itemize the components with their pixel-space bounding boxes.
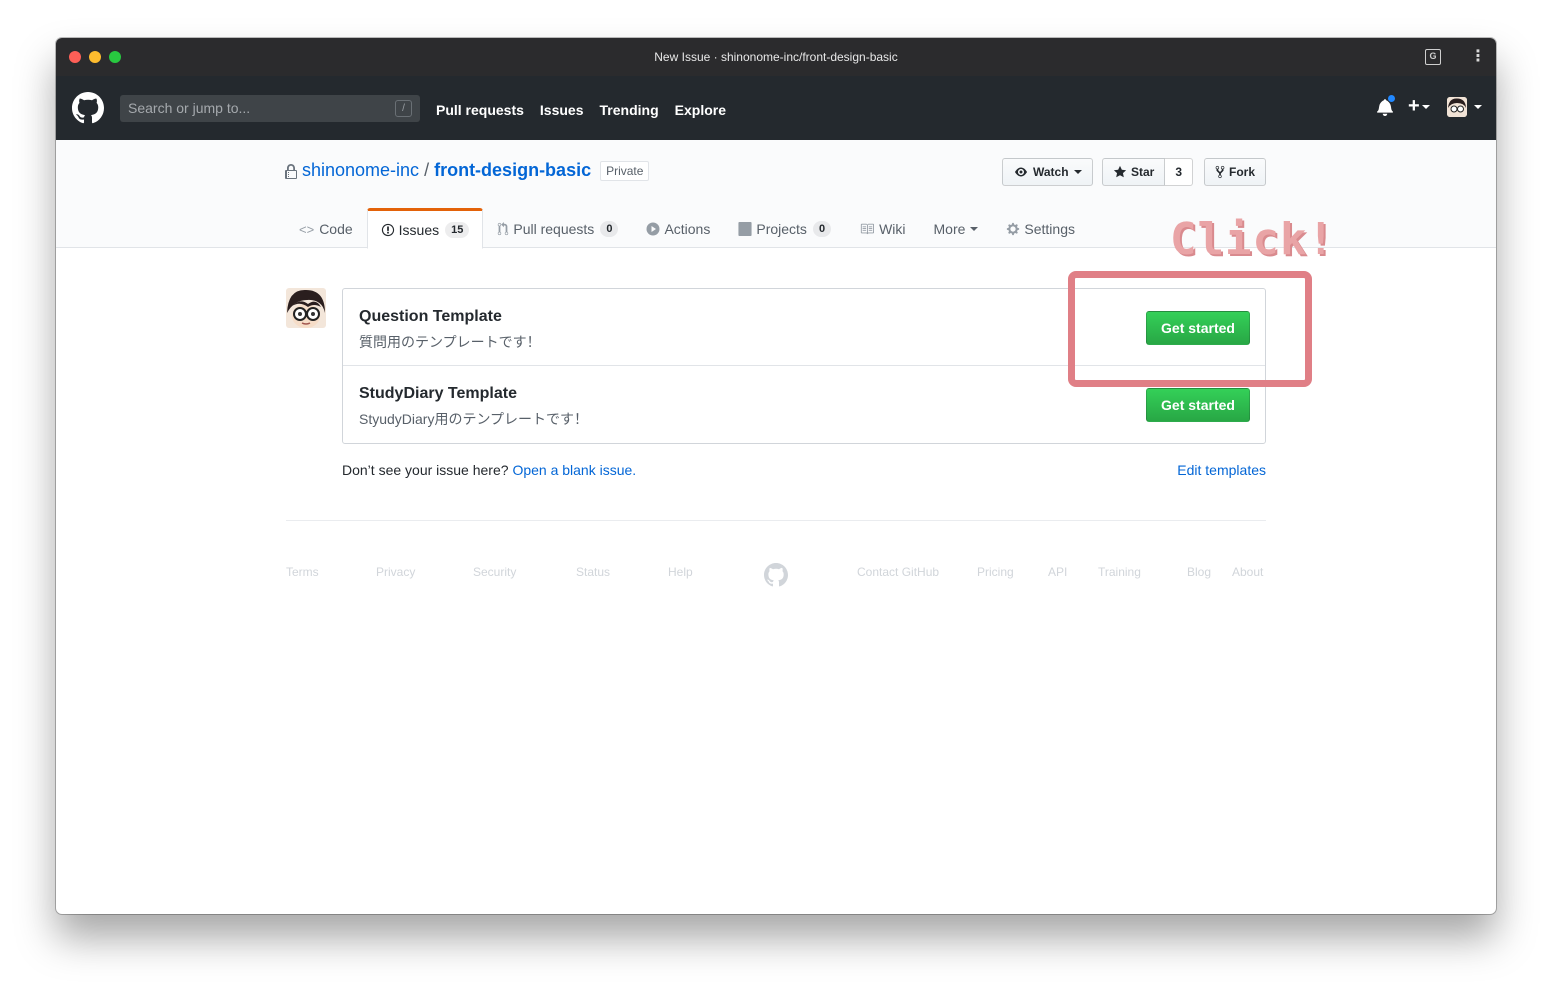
tab-pull-requests[interactable]: Pull requests 0 xyxy=(483,208,632,248)
tab-wiki[interactable]: Wiki xyxy=(845,208,919,248)
tab-actions[interactable]: Actions xyxy=(632,208,724,248)
star-label: Star xyxy=(1131,165,1155,179)
gear-icon xyxy=(1007,222,1020,236)
tab-label: Issues xyxy=(398,221,440,238)
tab-issues[interactable]: Issues 15 xyxy=(366,208,484,249)
footer-link-training[interactable]: Training xyxy=(1098,565,1141,579)
footer-divider xyxy=(286,520,1266,521)
nav-issues[interactable]: Issues xyxy=(540,101,584,119)
repo-nav-tabs: <> Code Issues 15 Pull requests 0 Action… xyxy=(285,208,1089,249)
tab-label: Actions xyxy=(664,221,711,237)
translate-icon[interactable]: G xyxy=(1425,49,1441,65)
tab-projects[interactable]: Projects 0 xyxy=(724,208,845,248)
notification-indicator xyxy=(1387,94,1396,103)
site-header: Search or jump to... / Pull requests Iss… xyxy=(56,76,1496,140)
footer-link-help[interactable]: Help xyxy=(668,565,693,579)
user-menu[interactable] xyxy=(1447,97,1487,119)
caret-down-icon xyxy=(1474,105,1482,109)
footer-link-about[interactable]: About xyxy=(1232,565,1263,579)
title-bar: New Issue · shinonome-inc/front-design-b… xyxy=(56,38,1496,76)
project-icon xyxy=(738,222,752,236)
edit-templates-link[interactable]: Edit templates xyxy=(1177,462,1266,478)
nav-trending[interactable]: Trending xyxy=(600,101,659,119)
footer-link-blog[interactable]: Blog xyxy=(1187,565,1211,579)
search-shortcut-key: / xyxy=(395,100,412,117)
tab-label: Wiki xyxy=(879,221,906,237)
tab-label: Projects xyxy=(756,221,807,237)
watch-button[interactable]: Watch xyxy=(1002,158,1093,186)
footer-link-api[interactable]: API xyxy=(1048,565,1067,579)
header-nav: Pull requests Issues Trending Explore xyxy=(436,101,726,119)
caret-down-icon xyxy=(1421,104,1430,109)
tab-code[interactable]: <> Code xyxy=(285,208,367,248)
avatar xyxy=(286,288,326,328)
star-button[interactable]: Star xyxy=(1102,158,1166,186)
search-input[interactable]: Search or jump to... / xyxy=(120,95,420,122)
github-logo-icon[interactable] xyxy=(72,92,104,124)
footer-link-pricing[interactable]: Pricing xyxy=(977,565,1014,579)
footer-link-status[interactable]: Status xyxy=(576,565,610,579)
fork-icon xyxy=(1215,165,1225,179)
template-description: 質問用のテンプレートです！ xyxy=(359,334,541,350)
window-title: New Issue · shinonome-inc/front-design-b… xyxy=(654,50,898,64)
plus-icon: + xyxy=(1408,95,1420,117)
caret-down-icon xyxy=(970,227,979,231)
caret-down-icon xyxy=(1073,170,1082,174)
blank-issue-row: Don’t see your issue here? Open a blank … xyxy=(342,462,1266,478)
eye-icon xyxy=(1015,167,1027,177)
pull-requests-counter: 0 xyxy=(600,221,619,237)
visibility-badge: Private xyxy=(600,160,650,181)
tab-more[interactable]: More xyxy=(920,208,993,248)
star-count[interactable]: 3 xyxy=(1165,158,1194,186)
play-icon xyxy=(646,222,660,236)
fork-action: Fork xyxy=(1204,158,1267,186)
code-icon: <> xyxy=(299,221,315,237)
book-icon xyxy=(860,223,875,235)
nav-pull-requests[interactable]: Pull requests xyxy=(436,101,524,119)
issue-icon xyxy=(381,223,394,236)
projects-counter: 0 xyxy=(812,221,832,237)
repo-name-link[interactable]: front-design-basic xyxy=(434,160,591,181)
browser-menu-icon[interactable]: ⋮ xyxy=(1470,49,1486,65)
get-started-button[interactable]: Get started xyxy=(1146,388,1250,422)
fork-label: Fork xyxy=(1229,165,1256,179)
template-title: StudyDiary Template xyxy=(359,385,517,402)
fork-button[interactable]: Fork xyxy=(1204,158,1267,186)
annotation-highlight-box xyxy=(1068,271,1312,387)
tab-label: Settings xyxy=(1024,221,1075,237)
tab-settings[interactable]: Settings xyxy=(992,208,1089,248)
github-logo-icon[interactable] xyxy=(764,563,788,587)
repo-separator: / xyxy=(424,160,430,180)
watch-label: Watch xyxy=(1033,165,1069,179)
footer-link-privacy[interactable]: Privacy xyxy=(376,565,415,579)
template-description: StyudyDiary用のテンプレートです！ xyxy=(359,411,589,427)
tab-label: Pull requests xyxy=(513,221,595,237)
annotation-label: Click! xyxy=(1170,214,1335,265)
watch-action: Watch xyxy=(1002,158,1093,186)
site-footer: Terms Privacy Security Status Help Conta… xyxy=(286,563,1266,587)
browser-window: New Issue · shinonome-inc/front-design-b… xyxy=(56,38,1496,914)
template-title: Question Template xyxy=(359,308,502,325)
star-icon xyxy=(1113,165,1127,178)
footer-link-terms[interactable]: Terms xyxy=(286,565,319,579)
tab-label: Code xyxy=(319,221,353,237)
repo-owner-link[interactable]: shinonome-inc xyxy=(302,160,419,181)
avatar xyxy=(1447,97,1467,117)
tab-label: More xyxy=(933,221,966,237)
nav-explore[interactable]: Explore xyxy=(675,101,726,119)
footer-link-contact[interactable]: Contact GitHub xyxy=(857,565,939,579)
open-blank-issue-link[interactable]: Open a blank issue. xyxy=(512,462,636,478)
create-new-menu[interactable]: + xyxy=(1408,95,1430,117)
footer-link-security[interactable]: Security xyxy=(473,565,516,579)
search-placeholder: Search or jump to... xyxy=(128,100,251,116)
lock-icon xyxy=(285,163,297,179)
pull-request-icon xyxy=(498,222,509,236)
issues-counter: 15 xyxy=(445,221,470,238)
star-action: Star 3 xyxy=(1102,158,1194,186)
repo-title: shinonome-inc / front-design-basic Priva… xyxy=(285,160,650,181)
blank-issue-prompt: Don’t see your issue here? xyxy=(342,462,509,478)
